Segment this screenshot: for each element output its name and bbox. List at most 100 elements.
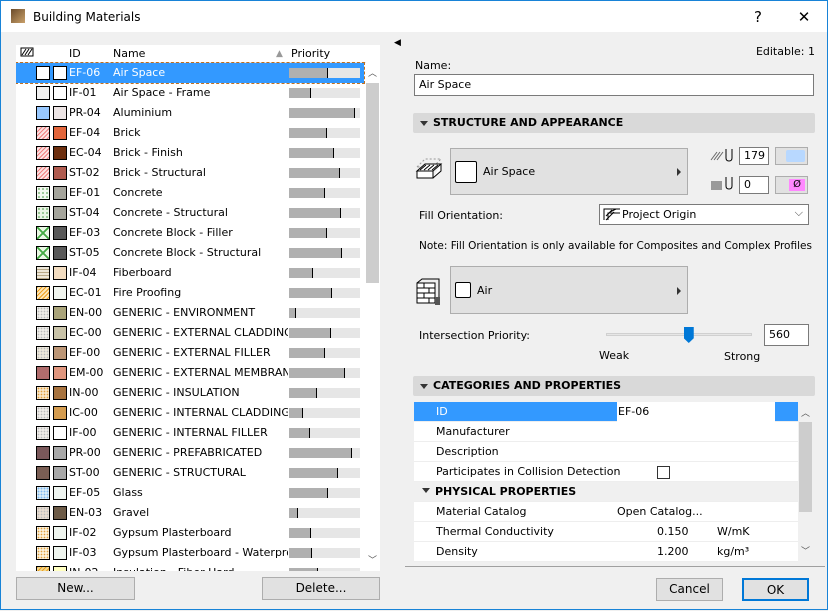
- name-input[interactable]: Air Space: [414, 74, 814, 96]
- categories-section-header[interactable]: CATEGORIES AND PROPERTIES: [413, 376, 815, 396]
- priority-bar-fill: [289, 548, 312, 558]
- list-item[interactable]: IN-00 GENERIC - INSULATION: [16, 383, 364, 403]
- list-item[interactable]: IF-03 Gypsum Plasterboard - Waterproof: [16, 543, 364, 563]
- property-label: Thermal Conductivity: [436, 525, 554, 538]
- surface-icon: [415, 277, 443, 310]
- list-header: ID Name ▲ Priority: [16, 45, 366, 63]
- fill-orientation-select[interactable]: Project Origin ⌵: [599, 204, 809, 225]
- list-item[interactable]: EF-00 GENERIC - EXTERNAL FILLER: [16, 343, 364, 363]
- help-button[interactable]: ?: [743, 5, 773, 29]
- material-name: GENERIC - INSULATION: [113, 386, 240, 399]
- property-row[interactable]: Description: [414, 442, 798, 462]
- priority-bar-fill: [289, 408, 304, 418]
- scroll-up-icon[interactable]: ︿: [799, 406, 812, 419]
- scroll-thumb[interactable]: [799, 422, 812, 512]
- cut-fill-swatch: [36, 486, 50, 500]
- ok-button[interactable]: OK: [742, 578, 809, 601]
- collision-detection-checkbox[interactable]: [657, 466, 670, 479]
- column-priority[interactable]: Priority: [291, 47, 330, 60]
- priority-bar-fill: [289, 448, 353, 458]
- fill-pen-input[interactable]: 179: [739, 147, 769, 165]
- fill-background-pen-button[interactable]: [775, 147, 808, 165]
- property-value[interactable]: EF-06: [618, 405, 649, 418]
- collapse-panel-icon[interactable]: ◀: [394, 38, 401, 48]
- list-item[interactable]: EF-03 Concrete Block - Filler: [16, 223, 364, 243]
- property-label: Participates in Collision Detection: [436, 465, 621, 478]
- list-item[interactable]: EM-00 GENERIC - EXTERNAL MEMBRANE: [16, 363, 364, 383]
- background-pen-input[interactable]: 0: [739, 176, 769, 194]
- material-name: GENERIC - EXTERNAL MEMBRANE: [113, 366, 288, 379]
- cut-fill-swatch: [36, 206, 50, 220]
- background-color-button[interactable]: Ø: [775, 176, 808, 194]
- cut-fill-swatch: [36, 406, 50, 420]
- close-button[interactable]: ✕: [789, 5, 819, 29]
- arrow-right-icon: [677, 168, 681, 176]
- properties-scrollbar[interactable]: ︿ ﹀: [798, 402, 813, 562]
- priority-bar-fill: [289, 208, 341, 218]
- column-id[interactable]: ID: [69, 47, 81, 60]
- priority-bar: [289, 108, 360, 118]
- list-item[interactable]: IF-01 Air Space - Frame: [16, 83, 364, 103]
- list-item[interactable]: EN-00 GENERIC - ENVIRONMENT: [16, 303, 364, 323]
- cut-fill-swatch: [36, 166, 50, 180]
- priority-input[interactable]: 560: [764, 324, 809, 346]
- cut-fill-swatch: [36, 426, 50, 440]
- list-item[interactable]: ST-02 Brick - Structural: [16, 163, 364, 183]
- list-item[interactable]: EF-01 Concrete: [16, 183, 364, 203]
- surface-swatch: [53, 306, 67, 320]
- physical-section-header[interactable]: PHYSICAL PROPERTIES: [414, 482, 798, 502]
- chevron-down-icon: ⌵: [794, 206, 803, 219]
- priority-slider-thumb[interactable]: [683, 327, 694, 343]
- list-item[interactable]: PR-00 GENERIC - PREFABRICATED: [16, 443, 364, 463]
- material-name: Gravel: [113, 506, 150, 519]
- column-name[interactable]: Name: [113, 47, 145, 60]
- property-label: Manufacturer: [436, 425, 510, 438]
- list-scrollbar[interactable]: ︿ ﹀: [365, 63, 380, 571]
- new-button[interactable]: New...: [16, 577, 135, 600]
- delete-button[interactable]: Delete...: [262, 577, 380, 600]
- fill-orientation-label: Fill Orientation:: [419, 209, 503, 222]
- priority-bar-fill: [289, 108, 356, 118]
- property-label: Density: [436, 545, 478, 558]
- list-item[interactable]: EC-04 Brick - Finish: [16, 143, 364, 163]
- priority-slider-track[interactable]: [606, 333, 752, 336]
- property-value[interactable]: Open Catalog...: [617, 505, 703, 518]
- cancel-button[interactable]: Cancel: [656, 578, 723, 601]
- priority-bar-fill: [289, 168, 341, 178]
- scroll-thumb[interactable]: [366, 83, 379, 283]
- list-item[interactable]: EC-00 GENERIC - EXTERNAL CLADDING: [16, 323, 364, 343]
- list-item[interactable]: IF-00 GENERIC - INTERNAL FILLER: [16, 423, 364, 443]
- fill-column-icon[interactable]: [20, 46, 34, 61]
- priority-bar-fill: [289, 348, 325, 358]
- list-item[interactable]: IN-02 Insulation - Fiber Hard: [16, 563, 364, 571]
- property-row[interactable]: Thermal Conductivity 0.150 W/mK: [414, 522, 798, 542]
- surface-swatch: [53, 86, 67, 100]
- scroll-up-icon[interactable]: ︿: [366, 66, 379, 79]
- surface-swatch: [53, 366, 67, 380]
- list-item[interactable]: IF-02 Gypsum Plasterboard: [16, 523, 364, 543]
- material-id: ST-00: [69, 466, 100, 479]
- list-item[interactable]: EF-05 Glass: [16, 483, 364, 503]
- priority-bar: [289, 408, 360, 418]
- surface-button[interactable]: Air: [450, 266, 688, 314]
- property-row[interactable]: ID EF-06: [414, 402, 798, 422]
- property-row[interactable]: Material Catalog Open Catalog...: [414, 502, 798, 522]
- priority-bar-fill: [289, 508, 299, 518]
- property-row[interactable]: Manufacturer: [414, 422, 798, 442]
- property-row[interactable]: Density 1.200 kg/m³: [414, 542, 798, 562]
- list-item[interactable]: EN-03 Gravel: [16, 503, 364, 523]
- list-item[interactable]: ST-00 GENERIC - STRUCTURAL: [16, 463, 364, 483]
- property-row[interactable]: Participates in Collision Detection: [414, 462, 798, 482]
- list-item[interactable]: EF-04 Brick: [16, 123, 364, 143]
- cut-fill-button[interactable]: Air Space: [450, 148, 688, 195]
- list-item[interactable]: IF-04 Fiberboard: [16, 263, 364, 283]
- list-item[interactable]: IC-00 GENERIC - INTERNAL CLADDING: [16, 403, 364, 423]
- list-item[interactable]: ST-04 Concrete - Structural: [16, 203, 364, 223]
- list-item[interactable]: EF-06 Air Space: [16, 62, 365, 84]
- list-item[interactable]: ST-05 Concrete Block - Structural: [16, 243, 364, 263]
- list-item[interactable]: EC-01 Fire Proofing: [16, 283, 364, 303]
- list-item[interactable]: PR-04 Aluminium: [16, 103, 364, 123]
- scroll-down-icon[interactable]: ﹀: [366, 553, 379, 566]
- scroll-down-icon[interactable]: ﹀: [799, 544, 812, 557]
- structure-section-header[interactable]: STRUCTURE AND APPEARANCE: [413, 113, 815, 133]
